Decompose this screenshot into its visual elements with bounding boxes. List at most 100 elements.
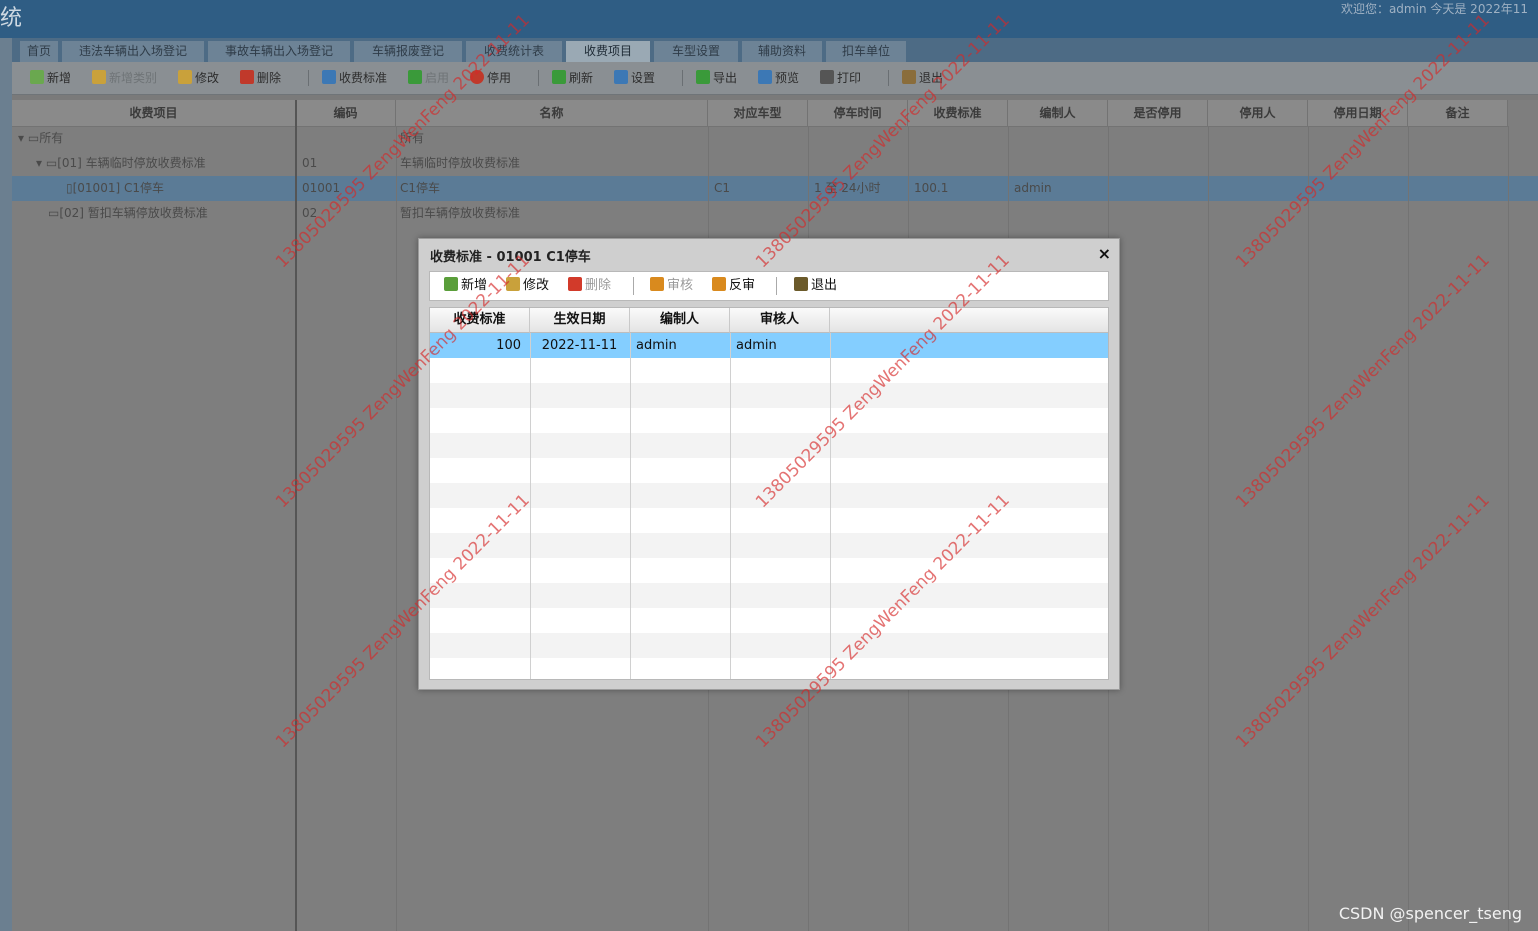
toolbar-separator <box>682 70 683 86</box>
col-header[interactable]: 停用人 <box>1208 100 1308 127</box>
empty-row <box>430 383 1108 408</box>
empty-row <box>430 358 1108 383</box>
tab-home[interactable]: 首页 <box>20 41 58 62</box>
car-type-cell: C1 <box>714 181 731 195</box>
tb-fee-standard-button[interactable]: 收费标准 <box>322 69 387 87</box>
empty-row <box>430 508 1108 533</box>
col-divider <box>830 333 831 679</box>
tab-illegal-vehicle[interactable]: 违法车辆出入场登记 <box>62 41 204 62</box>
enable-icon <box>408 70 422 84</box>
tab-car-type[interactable]: 车型设置 <box>654 41 738 62</box>
col-header[interactable]: 编码 <box>296 100 396 127</box>
dlg-unapprove-button[interactable]: 反审 <box>712 277 755 295</box>
col-divider <box>730 333 731 679</box>
tb-exit-button[interactable]: 退出 <box>902 69 943 87</box>
col-header[interactable]: 备注 <box>1408 100 1508 127</box>
date-cell: 2022-11-11 <box>541 338 618 353</box>
col-divider <box>396 126 397 931</box>
folder-icon: ▭ <box>45 156 58 170</box>
tab-accident-vehicle[interactable]: 事故车辆出入场登记 <box>208 41 350 62</box>
col-header-filler <box>830 308 1108 333</box>
toolbar-separator <box>888 70 889 86</box>
dialog-title: 收费标准 - 01001 C1停车 <box>430 250 591 265</box>
folder-icon: ▭ <box>48 206 60 220</box>
tab-detain-unit[interactable]: 扣车单位 <box>826 41 906 62</box>
tb-export-button[interactable]: 导出 <box>696 69 737 87</box>
refresh-icon <box>552 70 566 84</box>
fee-cell: 100.1 <box>914 181 949 195</box>
dlg-exit-button[interactable]: 退出 <box>794 277 837 295</box>
maker-cell: admin <box>636 338 677 353</box>
collapse-arrow-icon[interactable]: ▾ <box>36 156 42 170</box>
table-row[interactable]: 100 2022-11-11 admin admin <box>430 333 1108 358</box>
edit-icon <box>506 277 520 291</box>
col-divider <box>1408 126 1409 931</box>
empty-row <box>430 583 1108 608</box>
settings-icon <box>614 70 628 84</box>
toolbar-separator <box>538 70 539 86</box>
dlg-add-button[interactable]: 新增 <box>444 277 487 295</box>
empty-row <box>430 433 1108 458</box>
col-header[interactable]: 编制人 <box>630 308 730 333</box>
file-icon: ▯ <box>66 181 73 195</box>
tb-add-button[interactable]: 新增 <box>30 69 71 87</box>
left-strip <box>0 38 12 931</box>
col-header[interactable]: 对应车型 <box>708 100 808 127</box>
col-divider <box>530 333 531 679</box>
close-icon[interactable]: × <box>1098 244 1111 263</box>
exit-icon <box>902 70 916 84</box>
tree-node-all[interactable]: ▾ ▭所有 <box>18 126 63 151</box>
tab-fee-stats[interactable]: 收费统计表 <box>466 41 562 62</box>
fee-standard-dialog: 收费标准 - 01001 C1停车 × 新增 修改 删除 审核 反审 退出 收费… <box>418 238 1120 690</box>
col-header[interactable]: 停用日期 <box>1308 100 1408 127</box>
tb-edit-button[interactable]: 修改 <box>178 69 219 87</box>
user-info: 欢迎您：admin 今天是 2022年11 <box>1340 2 1528 16</box>
tb-settings-button[interactable]: 设置 <box>614 69 655 87</box>
collapse-arrow-icon[interactable]: ▾ <box>18 131 24 145</box>
empty-row <box>430 608 1108 633</box>
tb-refresh-button[interactable]: 刷新 <box>552 69 593 87</box>
tb-add-category-button[interactable]: 新增类别 <box>92 69 157 87</box>
tree-node-01001[interactable]: ▯[01001] C1停车 <box>66 176 164 201</box>
col-header[interactable]: 名称 <box>396 100 708 127</box>
tree-node-01[interactable]: ▾ ▭[01] 车辆临时停放收费标准 <box>36 151 206 176</box>
col-header[interactable]: 审核人 <box>730 308 830 333</box>
fee-standard-icon <box>322 70 336 84</box>
exit-icon <box>794 277 808 291</box>
col-header[interactable]: 是否停用 <box>1108 100 1208 127</box>
col-header[interactable]: 编制人 <box>1008 100 1108 127</box>
tab-aux-data[interactable]: 辅助资料 <box>742 41 822 62</box>
empty-row <box>430 408 1108 433</box>
col-header[interactable]: 收费项目 <box>12 100 296 127</box>
tb-print-button[interactable]: 打印 <box>820 69 861 87</box>
tree-splitter[interactable] <box>295 100 297 931</box>
fee-standard-grid: 收费标准 生效日期 编制人 审核人 100 2022-11-11 admin a… <box>429 307 1109 680</box>
preview-icon <box>758 70 772 84</box>
empty-row <box>430 658 1108 679</box>
app-title: 统 <box>0 6 23 31</box>
tb-preview-button[interactable]: 预览 <box>758 69 799 87</box>
credit-text: CSDN @spencer_tseng <box>1338 904 1522 923</box>
col-header[interactable]: 收费标准 <box>430 308 530 333</box>
col-header[interactable]: 收费标准 <box>908 100 1008 127</box>
tab-fee-items[interactable]: 收费项目 <box>566 41 650 62</box>
add-category-icon <box>92 70 106 84</box>
tb-disable-button[interactable]: 停用 <box>470 69 511 87</box>
dlg-approve-button[interactable]: 审核 <box>650 277 693 295</box>
col-header[interactable]: 生效日期 <box>530 308 630 333</box>
time-cell: 1 至 24小时 <box>814 181 881 195</box>
tb-enable-button[interactable]: 启用 <box>408 69 449 87</box>
tree-node-02[interactable]: ▭[02] 暂扣车辆停放收费标准 <box>48 201 208 226</box>
add-icon <box>30 70 44 84</box>
delete-icon <box>568 277 582 291</box>
col-header[interactable]: 停车时间 <box>808 100 908 127</box>
tab-scrap[interactable]: 车辆报废登记 <box>354 41 462 62</box>
dialog-toolbar: 新增 修改 删除 审核 反审 退出 <box>429 271 1109 301</box>
dlg-edit-button[interactable]: 修改 <box>506 277 549 295</box>
empty-row <box>430 483 1108 508</box>
name-cell: C1停车 <box>400 181 441 195</box>
col-divider <box>1308 126 1309 931</box>
approve-icon <box>650 277 664 291</box>
tb-delete-button[interactable]: 删除 <box>240 69 281 87</box>
dlg-delete-button[interactable]: 删除 <box>568 277 611 295</box>
